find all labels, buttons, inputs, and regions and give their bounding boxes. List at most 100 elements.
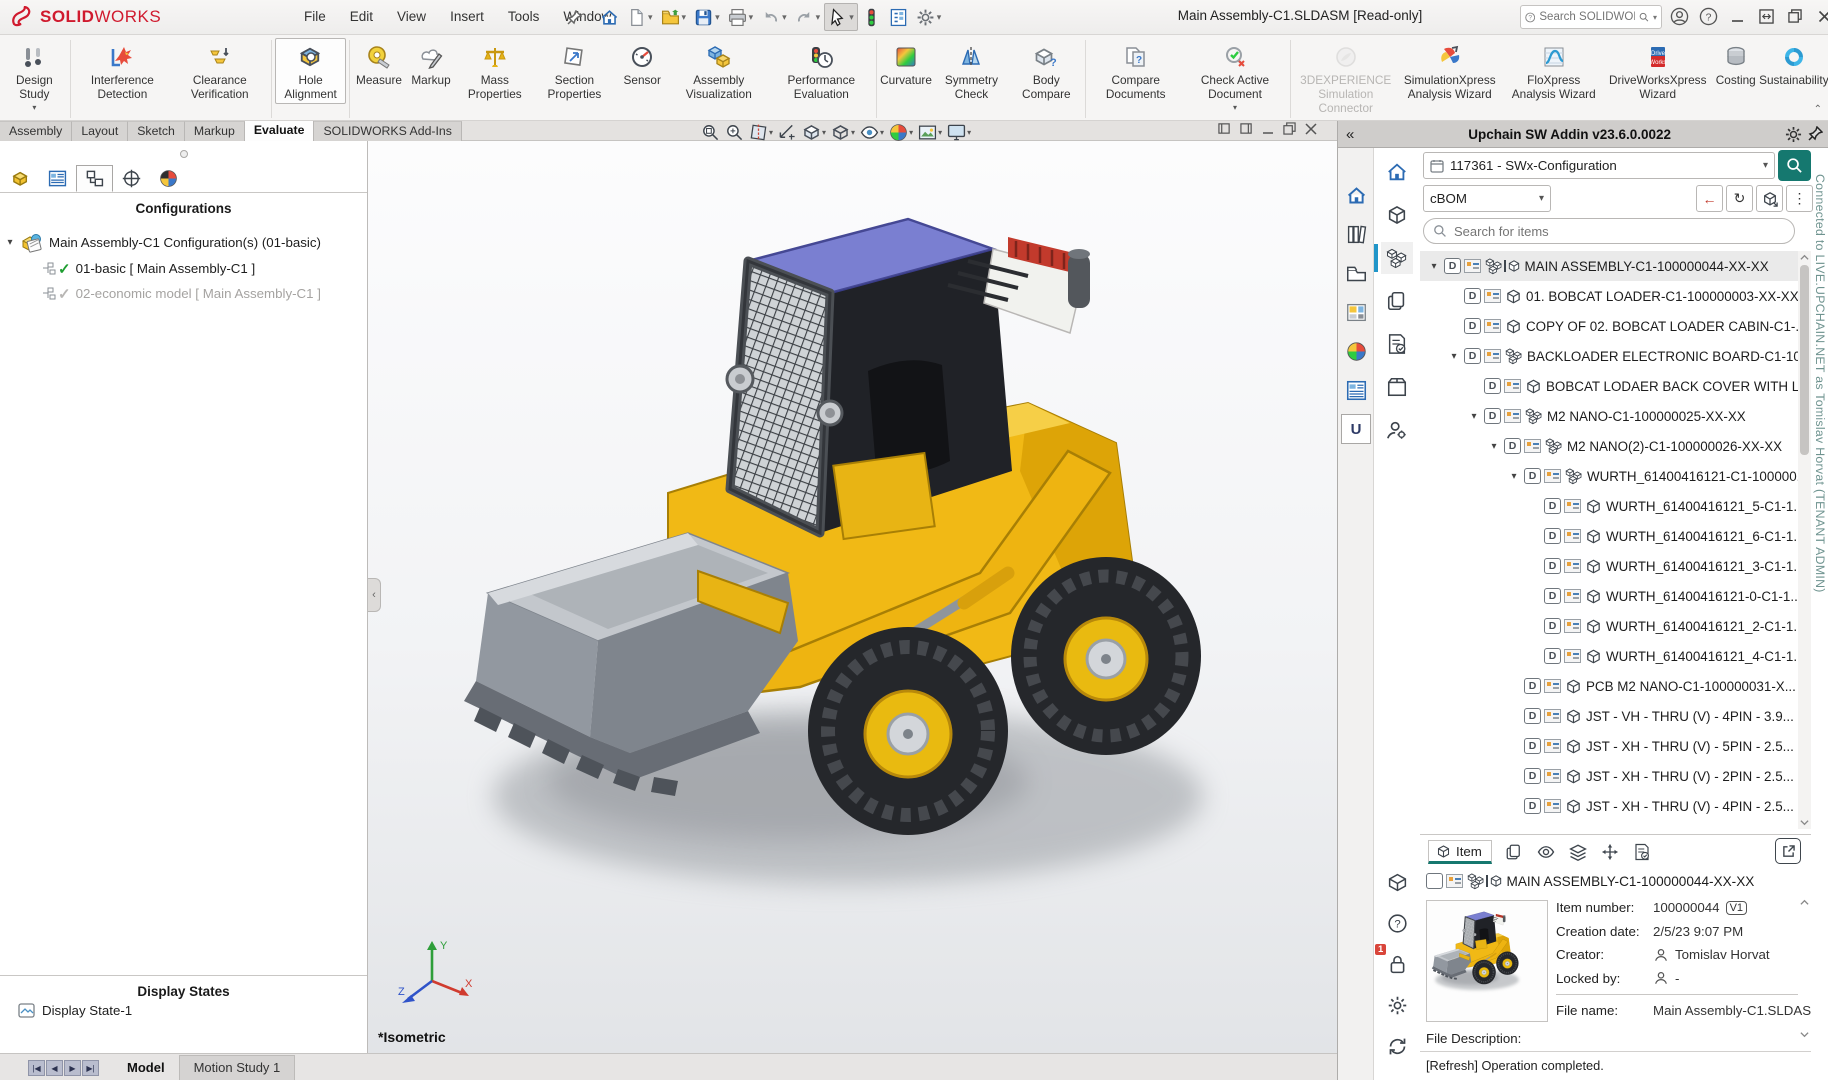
configurationmanager-icon[interactable] — [76, 165, 113, 192]
first-tab-icon[interactable]: |◀ — [28, 1060, 45, 1076]
ribbon-button-assembly-visualization[interactable]: Assembly Visualization — [668, 38, 769, 104]
detail-scrollbar[interactable] — [1798, 896, 1811, 1041]
assembly-items-icon[interactable] — [1381, 242, 1413, 274]
expand-chevron-icon[interactable]: ▾ — [1424, 261, 1444, 272]
move-icon[interactable] — [1601, 843, 1619, 861]
menu-insert[interactable]: Insert — [438, 0, 496, 34]
zoom-area-icon[interactable] — [724, 122, 745, 143]
ribbon-button-body-compare[interactable]: ?Body Compare — [1011, 38, 1082, 104]
configuration-label[interactable]: 02-economic model [ Main Assembly-C1 ] — [76, 286, 321, 301]
dimxpert-icon[interactable] — [113, 165, 150, 192]
tab-solidworks-add-ins[interactable]: SOLIDWORKS Add-Ins — [314, 121, 461, 141]
dynamic-annotation-icon[interactable] — [777, 122, 798, 143]
view-palette-icon[interactable] — [1341, 297, 1371, 327]
graphics-area[interactable]: Y X Z *Isometric — [368, 141, 1337, 1053]
search-icon[interactable] — [1639, 11, 1649, 23]
menu-tools[interactable]: Tools — [496, 0, 552, 34]
bom-row[interactable]: DCOPY OF 02. BOBCAT LOADER CABIN-C1-... — [1420, 311, 1798, 341]
sync-icon[interactable] — [1381, 1030, 1413, 1062]
search-items-button[interactable] — [1778, 150, 1811, 181]
display-style-icon[interactable]: ▾ — [830, 122, 856, 143]
ribbon-button-sustainability[interactable]: Sustainability — [1762, 38, 1826, 90]
lock-icon[interactable]: 1 — [1381, 948, 1413, 980]
bom-row[interactable]: ▾DMAIN ASSEMBLY-C1-100000044-XX-XX — [1420, 251, 1798, 281]
bom-item-label[interactable]: JST - XH - THRU (V) - 4PIN - 2.5... — [1586, 799, 1794, 814]
bom-item-label[interactable]: JST - VH - THRU (V) - 4PIN - 3.9... — [1586, 709, 1794, 724]
document-check-icon[interactable] — [1633, 843, 1651, 861]
ribbon-button-check-active-document[interactable]: Check Active Document▾ — [1183, 38, 1287, 114]
user-settings-icon[interactable] — [1381, 414, 1413, 446]
close-icon[interactable] — [1813, 4, 1828, 28]
appearances-icon[interactable] — [1341, 336, 1371, 366]
bom-item-label[interactable]: MAIN ASSEMBLY-C1-100000044-XX-XX — [1525, 259, 1769, 274]
settings-gear-icon[interactable] — [1381, 989, 1413, 1021]
prev-tab-icon[interactable]: ◀ — [46, 1060, 63, 1076]
doc-next-icon[interactable] — [1240, 122, 1253, 135]
resources-home-icon[interactable] — [1341, 180, 1371, 210]
copy-items-icon[interactable] — [1505, 843, 1523, 861]
configuration-root-row[interactable]: ▾ Main Assembly-C1 Configuration(s) (01-… — [0, 229, 367, 256]
ribbon-button-simulationxpress-analysis-wizard[interactable]: SimulationXpress Analysis Wizard — [1398, 38, 1502, 104]
study-tab-motion-study-1[interactable]: Motion Study 1 — [179, 1055, 296, 1080]
bom-row[interactable]: ▾DBACKLOADER ELECTRONIC BOARD-C1-10... — [1420, 341, 1798, 371]
bom-scrollbar[interactable] — [1798, 251, 1811, 829]
scrollbar-thumb[interactable] — [1800, 265, 1809, 455]
scroll-up-icon[interactable] — [1798, 251, 1811, 264]
back-button-icon[interactable]: ← — [1696, 185, 1723, 212]
home-icon[interactable] — [1381, 156, 1413, 188]
file-explorer-icon[interactable] — [1341, 258, 1371, 288]
configuration-row-01-basic[interactable]: ✓01-basic [ Main Assembly-C1 ] — [0, 256, 367, 281]
expand-chevron-icon[interactable]: ▾ — [1464, 411, 1484, 422]
help-circle-icon[interactable]: ? — [1381, 907, 1413, 939]
bom-item-label[interactable]: M2 NANO(2)-C1-100000026-XX-XX — [1567, 439, 1782, 454]
scroll-down-icon[interactable] — [1798, 1028, 1811, 1041]
expand-chevron-icon[interactable]: ▾ — [1504, 471, 1524, 482]
bom-item-label[interactable]: JST - XH - THRU (V) - 2PIN - 2.5... — [1586, 769, 1794, 784]
scroll-up-icon[interactable] — [1798, 896, 1811, 909]
ribbon-button-curvature[interactable]: Curvature — [880, 38, 932, 90]
restore-icon[interactable] — [1784, 4, 1806, 28]
expand-chevron-icon[interactable]: ▾ — [1444, 351, 1464, 362]
expand-chevron-icon[interactable]: ▾ — [0, 237, 20, 248]
expand-pane-icon[interactable]: « — [1346, 126, 1354, 143]
ribbon-button-driveworksxpress-wizard[interactable]: DriveWorksDriveWorksXpress Wizard — [1606, 38, 1710, 104]
display-state-label[interactable]: Display State-1 — [42, 1003, 132, 1018]
zoom-fit-icon[interactable] — [700, 122, 721, 143]
more-options-icon[interactable]: ⋮ — [1786, 185, 1813, 212]
ribbon-button-section-properties[interactable]: Section Properties — [533, 38, 617, 104]
upchain-tab[interactable]: U — [1341, 414, 1371, 444]
doc-close-icon[interactable] — [1305, 123, 1317, 135]
bom-row[interactable]: DWURTH_61400416121_5-C1-1... — [1420, 491, 1798, 521]
ribbon-button-hole-alignment[interactable]: Hole Alignment — [275, 38, 346, 104]
bom-row[interactable]: ▾DM2 NANO(2)-C1-100000026-XX-XX — [1420, 431, 1798, 461]
ribbon-collapse-icon[interactable]: ⌃ — [1814, 104, 1822, 115]
ribbon-button-mass-properties[interactable]: Mass Properties — [457, 38, 533, 104]
view-settings-icon[interactable]: ▾ — [946, 122, 972, 143]
options-gear-icon[interactable]: ▾ — [912, 3, 946, 31]
configuration-root-label[interactable]: Main Assembly-C1 Configuration(s) (01-ba… — [49, 235, 321, 250]
collaborate-icon[interactable] — [858, 3, 885, 31]
bom-row[interactable]: DJST - XH - THRU (V) - 2PIN - 2.5... — [1420, 761, 1798, 791]
chevron-down-icon[interactable]: ▾ — [1539, 193, 1544, 204]
design-library-icon[interactable] — [1341, 219, 1371, 249]
bom-item-label[interactable]: WURTH_61400416121_5-C1-1... — [1606, 499, 1798, 514]
refresh-icon[interactable]: ↻ — [1726, 185, 1753, 212]
item-search-field[interactable] — [1423, 218, 1795, 244]
minimize-icon[interactable] — [1726, 4, 1748, 28]
menu-file[interactable]: File — [292, 0, 338, 34]
home-icon[interactable] — [596, 3, 623, 31]
cursor-icon[interactable]: ▾ — [824, 3, 858, 31]
ribbon-button-performance-evaluation[interactable]: Performance Evaluation — [769, 38, 873, 104]
item-search-input[interactable] — [1454, 224, 1785, 239]
help-search-dropdown-icon[interactable]: ▾ — [1653, 13, 1657, 22]
tab-evaluate[interactable]: Evaluate — [245, 121, 315, 141]
open-icon[interactable]: ▾ — [657, 3, 691, 31]
upchain-settings-gear-icon[interactable] — [1785, 126, 1802, 143]
tab-item[interactable]: Item — [1428, 840, 1492, 864]
bom-item-label[interactable]: M2 NANO-C1-100000025-XX-XX — [1547, 409, 1746, 424]
panel-splitter-handle[interactable] — [180, 150, 188, 158]
bom-item-label[interactable]: BOBCAT LODAER BACK COVER WITH L... — [1546, 379, 1798, 394]
doc-previous-icon[interactable] — [1218, 122, 1231, 135]
bom-item-label[interactable]: BACKLOADER ELECTRONIC BOARD-C1-10... — [1527, 349, 1798, 364]
custom-properties-icon[interactable] — [1341, 375, 1371, 405]
